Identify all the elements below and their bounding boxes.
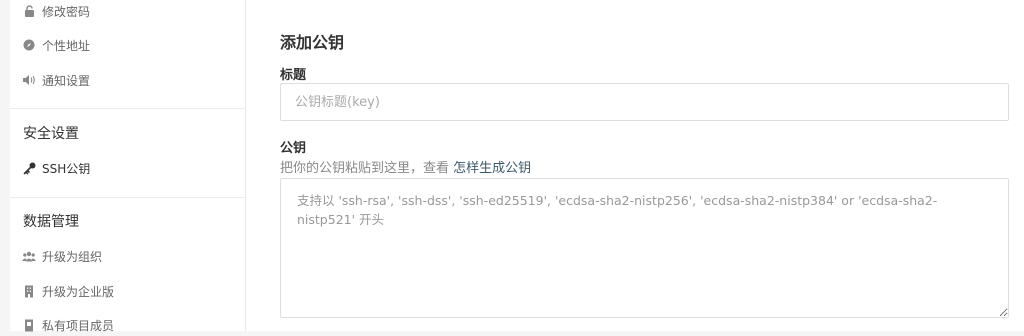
section-title-security: 安全设置 (23, 126, 79, 142)
member-icon (22, 318, 36, 332)
sidebar-item-upgrade-enterprise[interactable]: 升级为企业版 (22, 280, 114, 302)
ssh-key-form-panel: 添加公钥 标题 公钥 把你的公钥粘贴到这里，查看 怎样生成公钥 (246, 0, 1024, 331)
key-field-label: 公钥 (280, 141, 307, 156)
sidebar-item-notifications[interactable]: 通知设置 (22, 69, 90, 91)
lock-icon (22, 4, 36, 18)
sidebar-item-ssh-keys[interactable]: SSH公钥 (22, 157, 90, 179)
sidebar-item-private-members[interactable]: 私有项目成员 (22, 314, 114, 336)
key-icon (22, 161, 36, 175)
volume-icon (22, 73, 36, 87)
key-title-input[interactable] (280, 83, 1009, 121)
sidebar-item-label: 个性地址 (42, 38, 91, 53)
sidebar-item-label: SSH公钥 (42, 161, 91, 176)
settings-sidebar: 修改密码 个性地址 通知设置 安全设置 SSH公钥 数据管理 升级为组织 升级为… (10, 0, 246, 333)
title-field-label: 标题 (280, 68, 307, 83)
help-text: 把你的公钥粘贴到这里，查看 (280, 161, 454, 176)
users-icon (22, 249, 36, 263)
sidebar-item-change-password[interactable]: 修改密码 (22, 0, 90, 22)
sidebar-item-label: 升级为组织 (42, 249, 103, 264)
key-help-text: 把你的公钥粘贴到这里，查看 怎样生成公钥 (280, 157, 531, 176)
compass-icon (22, 38, 36, 52)
public-key-textarea[interactable] (280, 178, 1009, 318)
sidebar-item-upgrade-org[interactable]: 升级为组织 (22, 245, 102, 267)
section-title-data-management: 数据管理 (23, 214, 79, 230)
sidebar-item-label: 通知设置 (42, 73, 91, 88)
building-icon (22, 284, 36, 298)
sidebar-item-label: 升级为企业版 (42, 284, 115, 299)
sidebar-item-label: 修改密码 (42, 4, 91, 19)
sidebar-item-personal-url[interactable]: 个性地址 (22, 34, 90, 56)
how-to-generate-key-link[interactable]: 怎样生成公钥 (453, 161, 531, 176)
sidebar-divider (10, 197, 245, 198)
page-title: 添加公钥 (280, 33, 345, 52)
sidebar-divider (10, 108, 245, 109)
